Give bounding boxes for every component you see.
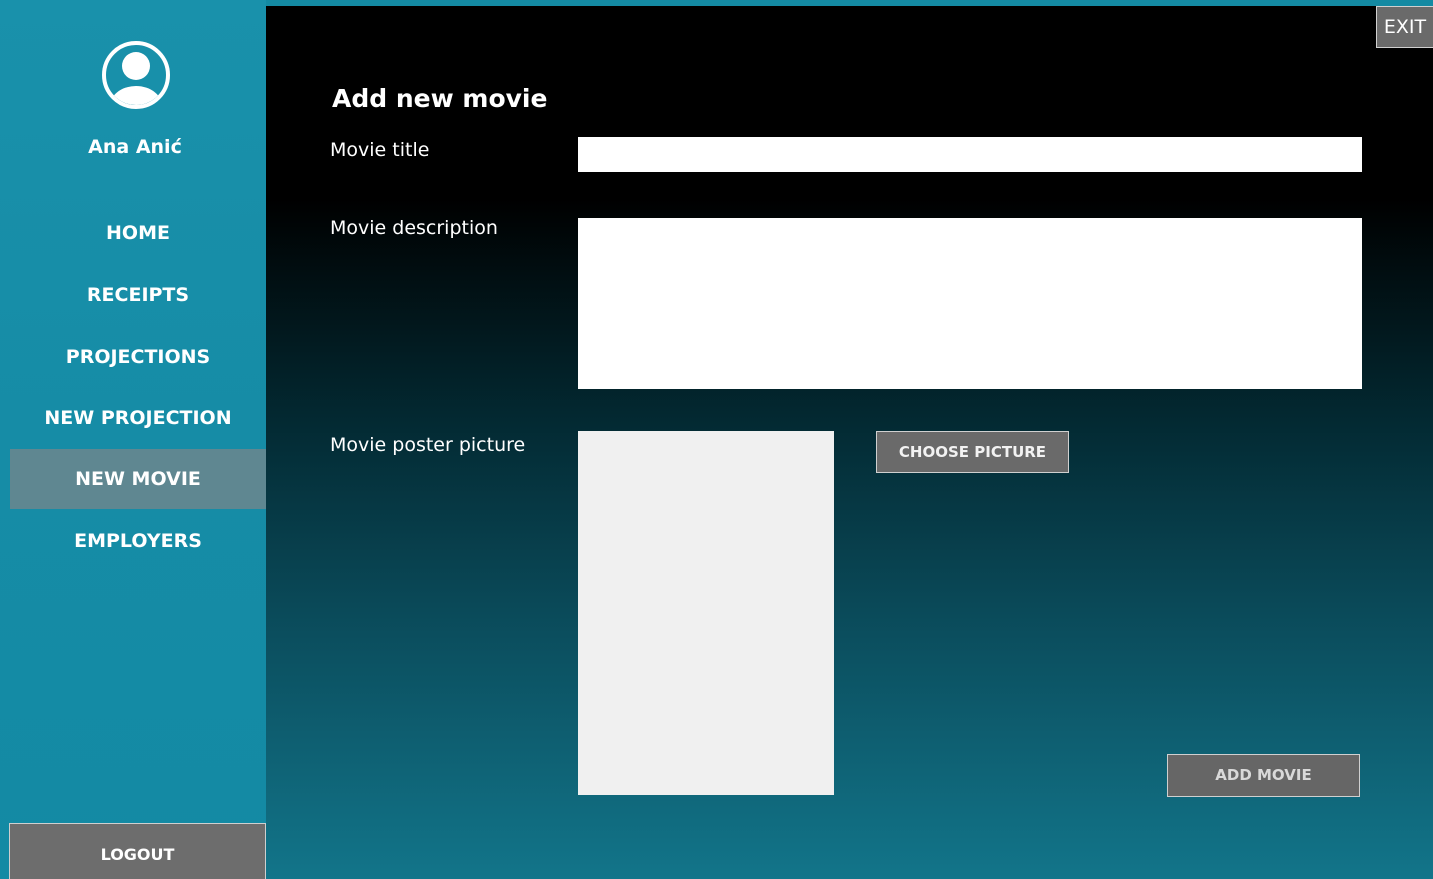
choose-picture-button[interactable]: CHOOSE PICTURE xyxy=(876,431,1069,473)
poster-preview xyxy=(578,431,834,795)
movie-title-label: Movie title xyxy=(330,139,430,161)
sidebar-item-new-movie[interactable]: NEW MOVIE xyxy=(10,449,266,509)
main-panel: EXIT Add new movie Movie title Movie des… xyxy=(266,6,1433,879)
app-window: Ana Anić HOME RECEIPTS PROJECTIONS NEW P… xyxy=(0,0,1433,879)
sidebar-item-employers[interactable]: EMPLOYERS xyxy=(10,511,266,571)
user-name: Ana Anić xyxy=(88,136,182,158)
movie-poster-label: Movie poster picture xyxy=(330,434,526,456)
exit-button[interactable]: EXIT xyxy=(1376,6,1433,48)
logout-button[interactable]: LOGOUT xyxy=(9,823,266,879)
sidebar-item-receipts[interactable]: RECEIPTS xyxy=(10,265,266,325)
page-title: Add new movie xyxy=(332,84,548,113)
movie-title-input[interactable] xyxy=(578,137,1362,172)
user-avatar-icon xyxy=(102,41,170,109)
add-movie-button[interactable]: ADD MOVIE xyxy=(1167,754,1360,797)
sidebar-item-projections[interactable]: PROJECTIONS xyxy=(10,327,266,387)
sidebar-item-new-projection[interactable]: NEW PROJECTION xyxy=(10,388,266,448)
movie-description-label: Movie description xyxy=(330,217,498,239)
movie-description-input[interactable] xyxy=(578,218,1362,389)
sidebar: Ana Anić HOME RECEIPTS PROJECTIONS NEW P… xyxy=(0,0,266,879)
sidebar-item-home[interactable]: HOME xyxy=(10,203,266,263)
